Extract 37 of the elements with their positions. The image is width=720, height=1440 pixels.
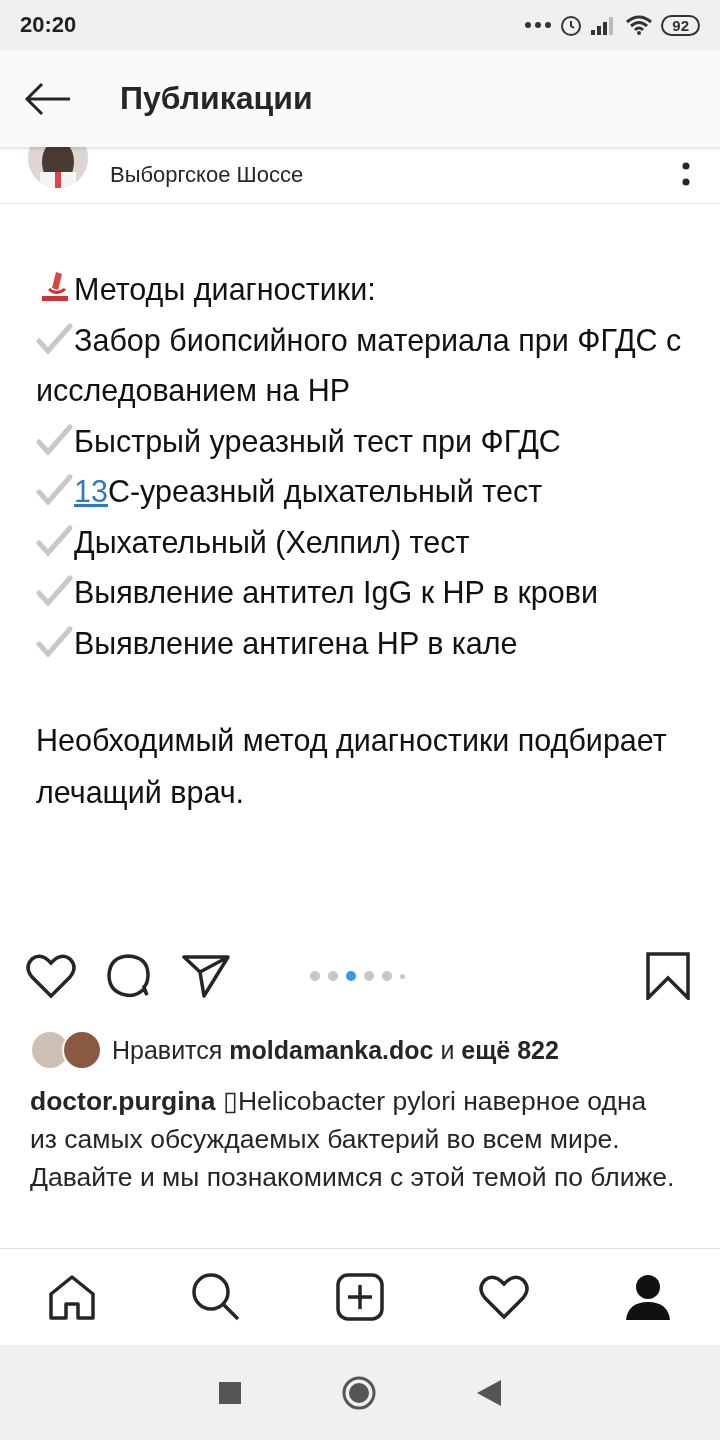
status-time: 20:20 [20,12,77,38]
slide-text: 13С-уреазный дыхательный тест [36,466,696,517]
screen-title: Публикации [120,80,313,117]
post-caption: doctor.purgina ▯Helicobacter pylori наверное одна из самых обсуждаемых бактерий во всем мире. Давайте и мы познакомимся с этой темой по ближе. [30,1085,676,1194]
checkmark-icon [36,625,74,658]
slide-text: Выявление антител IgG к HP в крови [36,567,696,618]
add-post-icon[interactable] [335,1273,384,1321]
comment-icon[interactable] [106,953,152,999]
home-icon[interactable] [47,1274,96,1320]
heart-icon[interactable] [479,1274,530,1320]
wifi-icon [625,15,654,35]
recents-icon[interactable] [219,1381,241,1404]
number-link[interactable]: 13 [74,474,108,508]
slide-text: Быстрый уреазный тест при ФГДС [36,415,696,466]
checkmark-icon [36,524,74,557]
checkmark-icon [36,423,74,456]
more-options-icon[interactable] [682,162,690,188]
slide-text: Дыхательный (Хелпил) тест [36,516,696,567]
checkmark-icon [36,575,74,607]
profile-icon[interactable] [624,1274,673,1320]
home-button-icon[interactable] [341,1374,377,1411]
battery-level: 92 [661,14,700,36]
back-icon[interactable] [477,1379,501,1406]
search-icon[interactable] [190,1272,241,1322]
more-icon [525,22,552,28]
slide-note: Необходимый метод диагностики подбирает лечащий врач. [36,722,668,812]
back-arrow-icon[interactable] [24,81,72,116]
send-icon[interactable] [182,954,230,998]
likes-text[interactable]: Нравится moldamanka.doc и ещё 822 [112,1035,559,1065]
like-heart-icon[interactable] [26,953,76,999]
bookmark-icon[interactable] [646,952,690,1000]
slide-text: Методы диагностики: [36,264,696,315]
checkmark-icon [36,474,74,506]
checkmark-icon [36,322,74,355]
slide-text: Забор биопсийного материала при ФГДС с исследованием на HP [36,321,683,410]
slide-text: Выявление антигена HP в кале [36,617,696,668]
post-location[interactable]: Выборгское Шоссе [110,162,660,188]
